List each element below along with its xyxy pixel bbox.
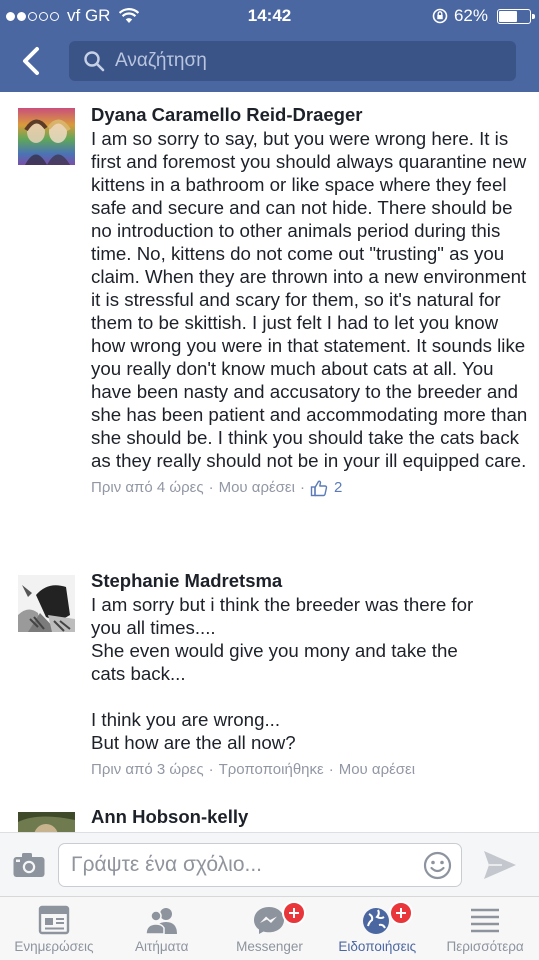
separator-dot: · bbox=[328, 761, 334, 778]
tab-notifications[interactable]: Ειδοποιήσεις bbox=[323, 897, 431, 960]
separator-dot: · bbox=[208, 761, 214, 778]
edited-indicator[interactable]: Τροποποιήθηκε bbox=[219, 760, 324, 780]
status-bar: vf GR 14:42 62% bbox=[0, 0, 539, 32]
comment-line: you all times.... bbox=[91, 617, 216, 638]
notification-badge bbox=[389, 901, 414, 925]
like-count-value: 2 bbox=[333, 479, 343, 496]
comment-body: Stephanie Madretsma I am sorry but i thi… bbox=[91, 570, 531, 780]
search-bar[interactable] bbox=[69, 41, 516, 81]
friend-requests-icon bbox=[144, 908, 177, 935]
thumbs-up-icon bbox=[310, 480, 328, 497]
search-input[interactable] bbox=[115, 50, 495, 72]
emoji-icon[interactable] bbox=[423, 851, 452, 880]
comment-line: But how are the all now? bbox=[91, 732, 296, 753]
back-button[interactable] bbox=[14, 44, 48, 78]
like-count[interactable]: 2 bbox=[310, 478, 342, 498]
tab-more[interactable]: Περισσότερα bbox=[431, 897, 539, 960]
comment-input[interactable] bbox=[71, 853, 411, 877]
tab-label: Περισσότερα bbox=[446, 939, 524, 954]
avatar[interactable] bbox=[18, 812, 75, 832]
battery-percent: 62% bbox=[453, 6, 488, 25]
battery-fill bbox=[499, 10, 517, 22]
separator-dot: · bbox=[299, 479, 305, 496]
notification-badge bbox=[281, 901, 306, 925]
tab-label: Αιτήματα bbox=[135, 939, 189, 954]
comment-meta: Πριν από 4 ώρες · Μου αρέσει · 2 bbox=[91, 478, 531, 498]
like-button[interactable]: Μου αρέσει bbox=[339, 760, 415, 780]
tab-friend-requests[interactable]: Αιτήματα bbox=[108, 897, 216, 960]
comment-text: I am sorry but i think the breeder was t… bbox=[91, 593, 531, 754]
tab-label: Ειδοποιήσεις bbox=[338, 939, 417, 954]
camera-icon[interactable] bbox=[12, 851, 46, 879]
comment-line: cats back... bbox=[91, 663, 186, 684]
more-menu-icon bbox=[471, 908, 500, 933]
search-icon bbox=[84, 51, 105, 72]
news-feed-icon bbox=[38, 905, 70, 935]
comment-author[interactable]: Ann Hobson-kelly bbox=[91, 806, 531, 828]
comment-text: I am so sorry to say, but you were wrong… bbox=[91, 128, 528, 471]
comment-line bbox=[91, 685, 531, 708]
comment-body: Ann Hobson-kelly bbox=[91, 806, 531, 828]
tab-messenger[interactable]: Messenger bbox=[216, 897, 324, 960]
comment-field[interactable] bbox=[58, 843, 462, 887]
tab-bar: Ενημερώσεις Αιτήματα Messenger Ειδοποιήσ… bbox=[0, 896, 539, 960]
nav-row bbox=[0, 36, 539, 86]
avatar[interactable] bbox=[18, 575, 75, 632]
battery-icon bbox=[497, 8, 535, 24]
comment-line: She even would give you mony and take th… bbox=[91, 640, 458, 661]
separator-dot: · bbox=[208, 479, 214, 496]
comment-body: Dyana Caramello Reid-Draeger I am so sor… bbox=[91, 104, 531, 498]
top-header: vf GR 14:42 62% bbox=[0, 0, 539, 92]
rotation-lock-icon bbox=[432, 8, 448, 24]
comment-meta: Πριν από 3 ώρες · Τροποποιήθηκε · Μου αρ… bbox=[91, 760, 531, 780]
comment-author[interactable]: Stephanie Madretsma bbox=[91, 570, 531, 592]
comment-author[interactable]: Dyana Caramello Reid-Draeger bbox=[91, 104, 531, 126]
avatar[interactable] bbox=[18, 108, 75, 165]
comment-line: I am sorry but i think the breeder was t… bbox=[91, 594, 474, 615]
comment-time: Πριν από 3 ώρες bbox=[91, 761, 204, 778]
send-icon[interactable] bbox=[482, 849, 518, 881]
comment-line: I think you are wrong... bbox=[91, 709, 281, 730]
status-right: 62% bbox=[432, 6, 535, 26]
tab-label: Messenger bbox=[236, 939, 303, 954]
tab-news-feed[interactable]: Ενημερώσεις bbox=[0, 897, 108, 960]
tab-label: Ενημερώσεις bbox=[14, 939, 94, 954]
chevron-left-icon bbox=[23, 47, 39, 75]
comment-time: Πριν από 4 ώρες bbox=[91, 479, 204, 496]
comments-list: Dyana Caramello Reid-Draeger I am so sor… bbox=[0, 92, 539, 832]
like-button[interactable]: Μου αρέσει bbox=[219, 478, 295, 498]
comment-composer bbox=[0, 832, 539, 896]
